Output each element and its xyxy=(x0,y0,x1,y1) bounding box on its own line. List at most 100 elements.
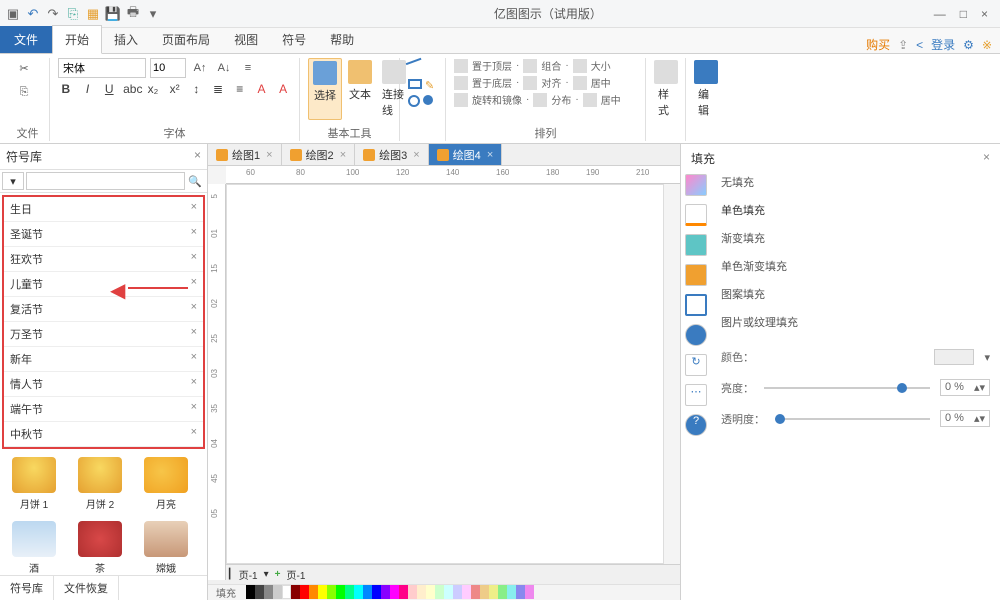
fill-tool-6[interactable] xyxy=(685,324,707,346)
fill-none[interactable]: 无填充 xyxy=(721,173,990,191)
bold-button[interactable]: B xyxy=(58,82,74,96)
italic-button[interactable]: I xyxy=(80,82,96,96)
tab-view[interactable]: 视图 xyxy=(222,26,270,53)
tab-layout[interactable]: 页面布局 xyxy=(150,26,222,53)
page-label[interactable]: 页-1 xyxy=(239,567,258,582)
fill-tool-2[interactable] xyxy=(685,204,707,226)
fontcolor-icon[interactable]: A xyxy=(275,82,291,96)
cat-item[interactable]: 万圣节× xyxy=(4,322,203,347)
rect-icon[interactable] xyxy=(408,79,422,89)
bullets-icon[interactable]: ≡ xyxy=(238,58,258,78)
color-palette[interactable]: 填充 xyxy=(208,584,680,600)
doc-tab[interactable]: 绘图4× xyxy=(429,144,503,165)
select-tool[interactable]: 选择 xyxy=(308,58,342,120)
doc-tab[interactable]: 绘图3× xyxy=(355,144,429,165)
cat-item[interactable]: 狂欢节× xyxy=(4,247,203,272)
symlib-search-input[interactable] xyxy=(26,172,185,190)
strike-button[interactable]: abc xyxy=(123,82,139,96)
undo-icon[interactable]: ↶ xyxy=(24,5,42,23)
style-button[interactable]: 样式 xyxy=(654,58,677,120)
color-swatch[interactable] xyxy=(934,349,974,365)
foot-recover[interactable]: 文件恢复 xyxy=(54,576,119,600)
copy-icon[interactable]: ⎘ xyxy=(64,5,82,23)
print-icon[interactable]: 🖶 xyxy=(124,5,142,23)
maximize-button[interactable]: □ xyxy=(960,7,967,21)
settings-icon[interactable]: ⚙ xyxy=(963,38,974,52)
opacity-value[interactable]: 0 %▴▾ xyxy=(940,410,990,427)
dot-icon[interactable] xyxy=(423,95,433,105)
highlight-icon[interactable]: A xyxy=(254,82,270,96)
bring-front[interactable]: 置于顶层·组合·大小 xyxy=(454,58,637,73)
tab-home[interactable]: 开始 xyxy=(52,25,102,54)
fill-tool-8[interactable]: ⋯ xyxy=(685,384,707,406)
copy-icon[interactable]: ⎘ xyxy=(14,82,34,102)
cat-item[interactable]: 中秋节× xyxy=(4,422,203,447)
fill-mono-grad[interactable]: 单色渐变填充 xyxy=(721,257,990,275)
cat-item[interactable]: 新年× xyxy=(4,347,203,372)
file-tab[interactable]: 文件 xyxy=(0,26,52,53)
canvas[interactable] xyxy=(226,184,664,564)
opacity-slider[interactable] xyxy=(775,418,930,420)
login-link[interactable]: 登录 xyxy=(931,36,955,53)
cloud-icon[interactable]: < xyxy=(916,38,923,52)
tab-help[interactable]: 帮助 xyxy=(318,26,366,53)
brightness-value[interactable]: 0 %▴▾ xyxy=(940,379,990,396)
cat-item[interactable]: 情人节× xyxy=(4,372,203,397)
symlib-close[interactable]: × xyxy=(194,148,201,165)
list-icon[interactable]: ≣ xyxy=(210,82,226,96)
cat-item[interactable]: 端午节× xyxy=(4,397,203,422)
fill-solid[interactable]: 单色填充 xyxy=(721,201,990,219)
fill-tool-7[interactable]: ↻ xyxy=(685,354,707,376)
redo-icon[interactable]: ↷ xyxy=(44,5,62,23)
sup-button[interactable]: x² xyxy=(167,82,183,96)
buy-link[interactable]: 购买 xyxy=(866,36,890,53)
cat-item[interactable]: 儿童节× xyxy=(4,272,203,297)
fill-close[interactable]: × xyxy=(983,150,990,167)
add-page[interactable]: + xyxy=(275,569,281,580)
apps-icon[interactable]: ※ xyxy=(982,38,992,52)
fill-pattern[interactable]: 图案填充 xyxy=(721,285,990,303)
more-icon[interactable]: ▾ xyxy=(144,5,162,23)
spacing-icon[interactable]: ↕ xyxy=(189,82,205,96)
search-icon[interactable]: 🔍 xyxy=(185,172,205,190)
fill-tool-3[interactable] xyxy=(685,234,707,256)
grow-font-icon[interactable]: A↑ xyxy=(190,58,210,78)
fill-tool-5[interactable] xyxy=(685,294,707,316)
pencil-icon[interactable]: ✎ xyxy=(425,79,434,92)
line-icon[interactable] xyxy=(406,58,427,79)
symbol-item[interactable]: 月饼 1 xyxy=(6,457,62,511)
edit-button[interactable]: 编辑 xyxy=(694,58,718,120)
symbol-item[interactable]: 月饼 2 xyxy=(72,457,128,511)
fill-texture[interactable]: 图片或纹理填充 xyxy=(721,313,990,331)
circle-icon[interactable] xyxy=(408,95,420,107)
doc-tab[interactable]: 绘图1× xyxy=(208,144,282,165)
underline-button[interactable]: U xyxy=(101,82,117,96)
symbol-item[interactable]: 嫦娥 xyxy=(138,521,194,575)
brightness-slider[interactable] xyxy=(764,387,930,389)
close-button[interactable]: × xyxy=(981,7,988,21)
sub-button[interactable]: x₂ xyxy=(145,82,161,96)
symlib-category-dd[interactable]: ▾ xyxy=(2,172,24,190)
cat-item[interactable]: 生日× xyxy=(4,197,203,222)
symbol-item[interactable]: 酒 xyxy=(6,521,62,575)
tab-insert[interactable]: 插入 xyxy=(102,26,150,53)
shrink-font-icon[interactable]: A↓ xyxy=(214,58,234,78)
folder-icon[interactable]: ▣ xyxy=(4,5,22,23)
rotate[interactable]: 旋转和镜像·分布·居中 xyxy=(454,92,637,107)
save-icon[interactable]: 💾 xyxy=(104,5,122,23)
foot-symlib[interactable]: 符号库 xyxy=(0,576,54,600)
align-icon[interactable]: ≡ xyxy=(232,82,248,96)
font-select[interactable] xyxy=(58,58,146,78)
doc-tab[interactable]: 绘图2× xyxy=(282,144,356,165)
size-select[interactable] xyxy=(150,58,186,78)
fill-tool-4[interactable] xyxy=(685,264,707,286)
cat-item[interactable]: 圣诞节× xyxy=(4,222,203,247)
paste-icon[interactable]: ▦ xyxy=(84,5,102,23)
symbol-item[interactable]: 茶 xyxy=(72,521,128,575)
fill-tool-9[interactable]: ? xyxy=(685,414,707,436)
fill-gradient[interactable]: 渐变填充 xyxy=(721,229,990,247)
symbol-item[interactable]: 月亮 xyxy=(138,457,194,511)
tab-symbol[interactable]: 符号 xyxy=(270,26,318,53)
cat-item[interactable]: 复活节× xyxy=(4,297,203,322)
send-back[interactable]: 置于底层·对齐·居中 xyxy=(454,75,637,90)
